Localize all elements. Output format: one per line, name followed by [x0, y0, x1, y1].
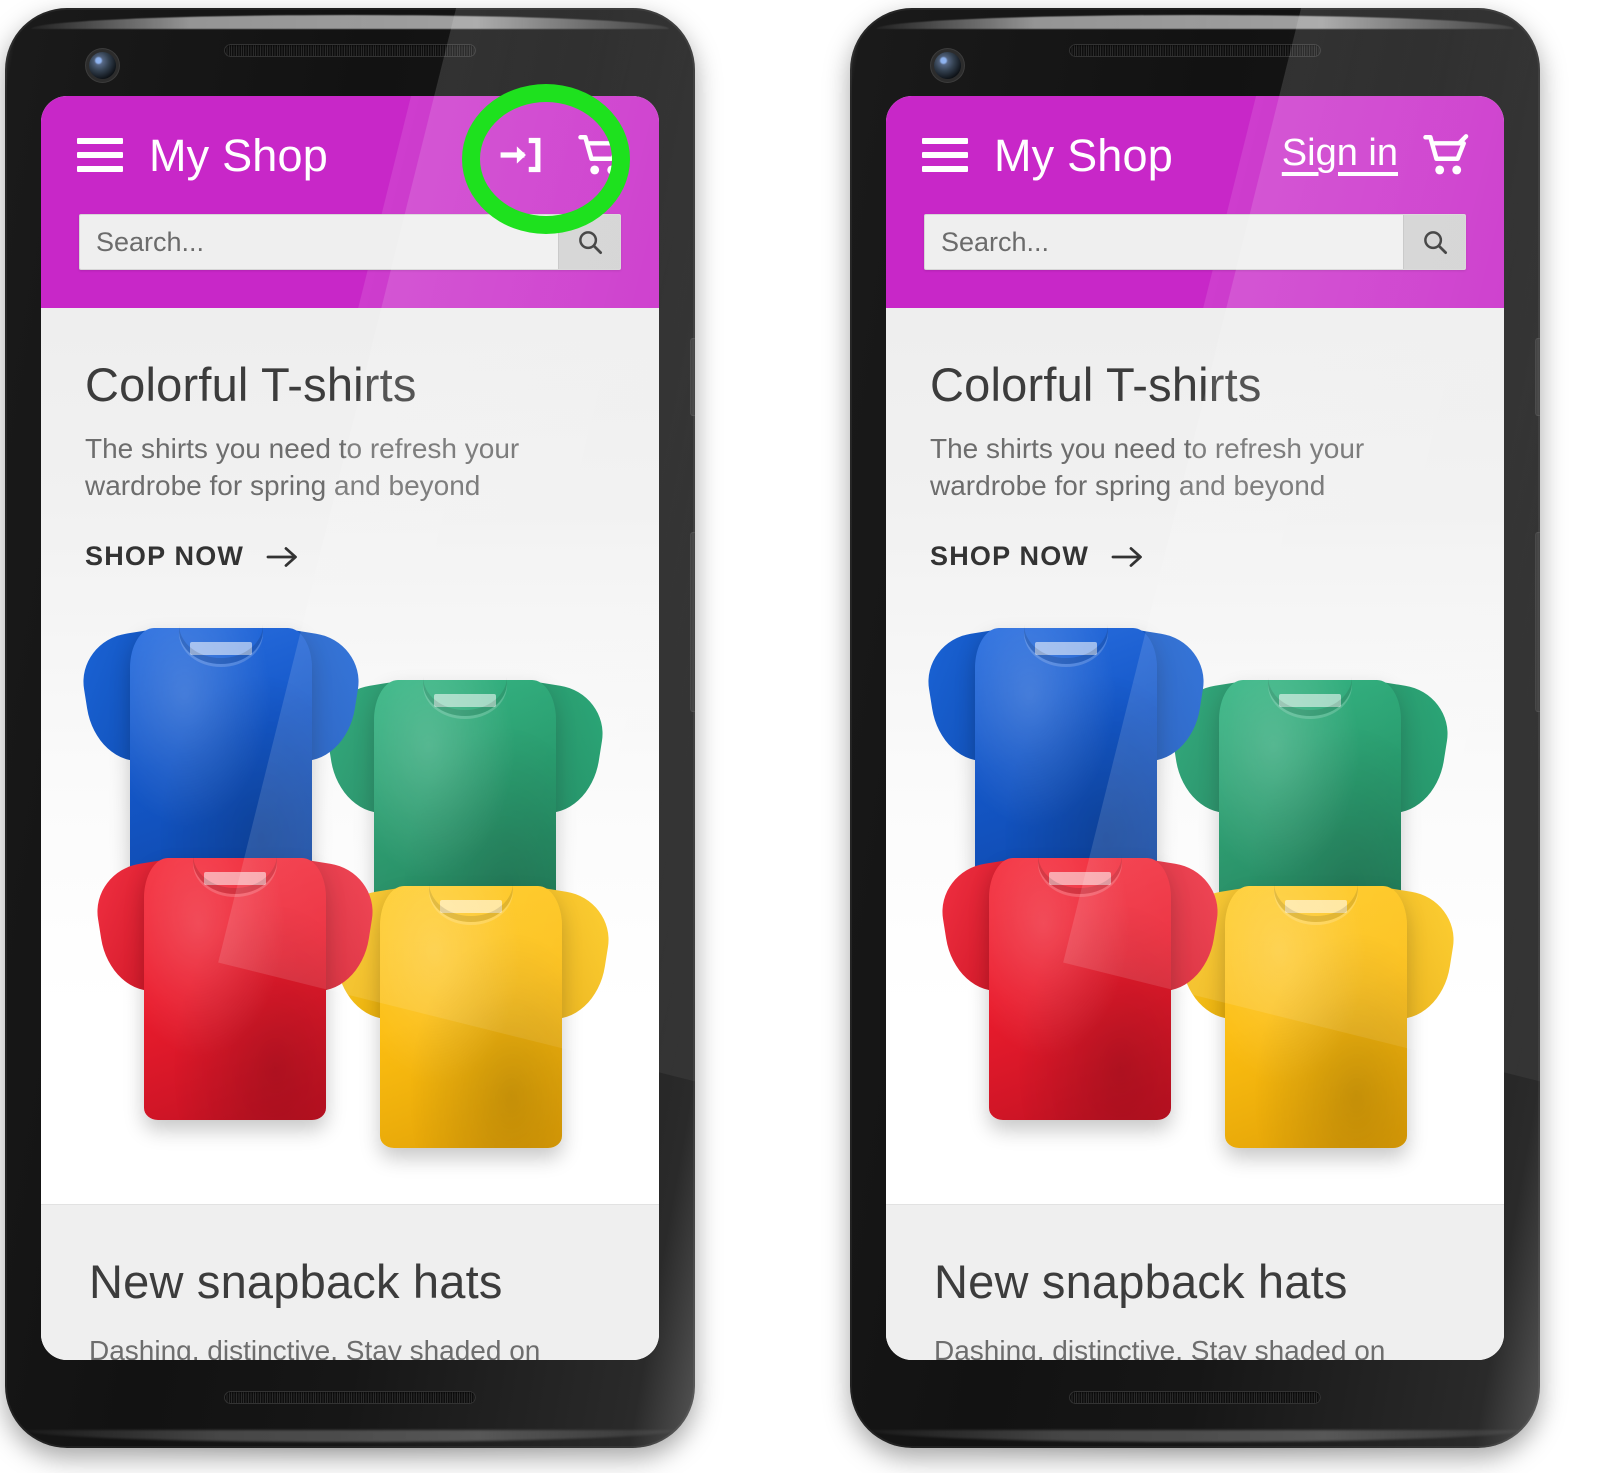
search-box[interactable] — [924, 214, 1466, 270]
app-header: My Shop — [41, 96, 659, 308]
comparison-stage: My Shop Search... Colorful T-shirts The … — [0, 0, 1600, 1473]
shop-now-label: SHOP NOW — [930, 541, 1090, 572]
login-arrow-icon — [500, 137, 541, 173]
search-submit-button[interactable] — [558, 215, 620, 269]
bottom-speaker-grille — [1069, 1391, 1321, 1404]
card-subtitle: The shirts you need to refresh your ward… — [930, 433, 1365, 502]
phone-left: My Shop Search... Colorful T-shirts The … — [5, 8, 695, 1454]
search-box[interactable] — [79, 214, 621, 270]
tshirts-image — [76, 598, 620, 1178]
phone-right: My Shop Sign in Search... Colorful T-shi… — [850, 8, 1540, 1454]
earpiece-speaker-grille — [1069, 44, 1321, 57]
phone-screen-right: My Shop Sign in Search... Colorful T-shi… — [886, 96, 1504, 1360]
arrow-right-icon — [266, 546, 298, 567]
shop-now-button[interactable]: SHOP NOW — [930, 541, 1145, 572]
app-header: My Shop Sign in — [886, 96, 1504, 308]
tshirt-red — [935, 828, 1225, 1128]
app-title: My Shop — [994, 129, 1173, 181]
phone-screen-left: My Shop Search... Colorful T-shirts The … — [41, 96, 659, 1360]
phone-top-bezel — [5, 8, 695, 94]
search-row — [886, 214, 1504, 270]
card-subtitle: Dashing, distinctive. Stay shaded on sun… — [934, 1334, 1386, 1360]
hamburger-menu-icon[interactable] — [77, 138, 123, 172]
search-input[interactable] — [80, 215, 558, 269]
search-icon — [578, 231, 602, 254]
sign-in-link[interactable]: Sign in — [1280, 119, 1400, 191]
card-subtitle: Dashing, distinctive. Stay shaded on sun… — [89, 1334, 541, 1360]
promo-card-hats: New snapback hats Dashing, distinctive. … — [886, 1204, 1504, 1360]
app-title: My Shop — [149, 129, 328, 181]
app-topbar: My Shop Sign in — [886, 96, 1504, 214]
card-title: New snapback hats — [934, 1255, 1348, 1309]
page-content: Colorful T-shirts The shirts you need to… — [886, 308, 1504, 1360]
bottom-speaker-grille — [224, 1391, 476, 1404]
front-camera-icon — [89, 52, 116, 79]
cart-button[interactable] — [1414, 123, 1478, 187]
search-submit-button[interactable] — [1403, 215, 1465, 269]
phone-body-right: My Shop Sign in Search... Colorful T-shi… — [850, 8, 1540, 1448]
card-title: Colorful T-shirts — [930, 358, 1262, 411]
sign-in-label: Sign in — [1281, 132, 1398, 174]
login-icon-button[interactable] — [483, 119, 555, 191]
card-subtitle: The shirts you need to refresh your ward… — [85, 433, 520, 502]
volume-button[interactable] — [1535, 532, 1540, 712]
tshirt-yellow — [1171, 856, 1461, 1156]
hamburger-menu-icon[interactable] — [922, 138, 968, 172]
tshirt-red — [90, 828, 380, 1128]
search-row — [41, 214, 659, 270]
app-topbar: My Shop — [41, 96, 659, 214]
shopping-cart-icon — [1423, 134, 1469, 175]
phone-body-left: My Shop Search... Colorful T-shirts The … — [5, 8, 695, 1448]
promo-card-tshirts: Colorful T-shirts The shirts you need to… — [41, 308, 659, 1205]
arrow-right-icon — [1111, 546, 1143, 567]
search-input[interactable] — [925, 215, 1403, 269]
promo-card-hats: New snapback hats Dashing, distinctive. … — [41, 1204, 659, 1360]
card-title: Colorful T-shirts — [85, 358, 417, 411]
page-content: Colorful T-shirts The shirts you need to… — [41, 308, 659, 1360]
search-icon — [1423, 231, 1447, 254]
power-button[interactable] — [690, 338, 695, 416]
card-title: New snapback hats — [89, 1255, 503, 1309]
front-camera-icon — [934, 52, 961, 79]
shop-now-button[interactable]: SHOP NOW — [85, 541, 300, 572]
cart-button[interactable] — [569, 123, 633, 187]
earpiece-speaker-grille — [224, 44, 476, 57]
tshirt-yellow — [326, 856, 616, 1156]
volume-button[interactable] — [690, 532, 695, 712]
phone-top-bezel — [850, 8, 1540, 94]
promo-card-tshirts: Colorful T-shirts The shirts you need to… — [886, 308, 1504, 1205]
shopping-cart-icon — [578, 134, 624, 175]
power-button[interactable] — [1535, 338, 1540, 416]
shop-now-label: SHOP NOW — [85, 541, 245, 572]
tshirts-image — [921, 598, 1465, 1178]
